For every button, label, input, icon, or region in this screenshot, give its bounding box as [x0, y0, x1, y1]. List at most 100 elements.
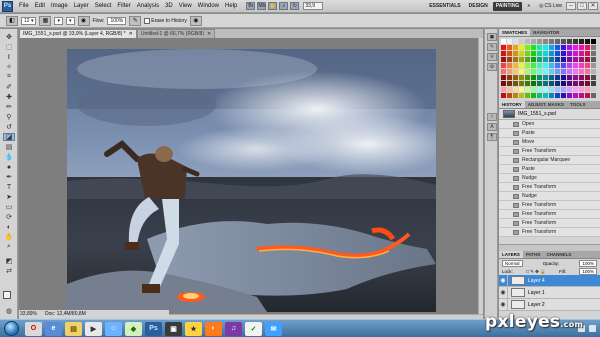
- swatch-color[interactable]: [561, 45, 566, 50]
- history-item[interactable]: Free Transform: [499, 183, 600, 192]
- swatch-color[interactable]: [501, 87, 506, 92]
- swatch-color[interactable]: [531, 93, 536, 98]
- swatch-color[interactable]: [585, 69, 590, 74]
- swatch-color[interactable]: [555, 51, 560, 56]
- swatch-color[interactable]: [543, 87, 548, 92]
- flow-field[interactable]: 100%: [107, 16, 127, 25]
- lock-icons[interactable]: □ ✎ ✥ 🔒: [526, 269, 546, 275]
- fill-field[interactable]: 100%: [579, 268, 597, 275]
- swatch-color[interactable]: [591, 69, 596, 74]
- swatch-color[interactable]: [537, 45, 542, 50]
- swatch-color[interactable]: [549, 81, 554, 86]
- status-zoom[interactable]: 33,89%: [20, 311, 37, 317]
- swatch-color[interactable]: [531, 57, 536, 62]
- swatch-color[interactable]: [537, 81, 542, 86]
- swatch-color[interactable]: [567, 93, 572, 98]
- swatch-color[interactable]: [543, 51, 548, 56]
- swatch-color[interactable]: [513, 63, 518, 68]
- swatch-color[interactable]: [507, 45, 512, 50]
- tab-adjust-masks[interactable]: ADJUST. MASKS: [525, 101, 567, 108]
- swatch-color[interactable]: [567, 81, 572, 86]
- menu-3d[interactable]: 3D: [162, 3, 176, 9]
- swatch-color[interactable]: [549, 39, 554, 44]
- tab-layers[interactable]: LAYERS: [499, 251, 523, 258]
- firefox-icon[interactable]: ◐: [205, 321, 222, 336]
- tray-volume-icon[interactable]: [589, 325, 596, 332]
- swatch-color[interactable]: [561, 75, 566, 80]
- tab-close-icon[interactable]: ✕: [129, 31, 133, 37]
- tab-channels[interactable]: CHANNELS: [543, 251, 574, 258]
- eyedropper-tool-icon[interactable]: ✐: [3, 83, 15, 91]
- mode-dropdown[interactable]: ▾: [54, 16, 63, 25]
- history-item[interactable]: Paste: [499, 129, 600, 138]
- swatch-color[interactable]: [579, 93, 584, 98]
- swatch-color[interactable]: [579, 45, 584, 50]
- swatch-color[interactable]: [507, 87, 512, 92]
- swatch-color[interactable]: [573, 75, 578, 80]
- history-item[interactable]: Free Transform: [499, 228, 600, 237]
- history-item[interactable]: Paste: [499, 165, 600, 174]
- history-item[interactable]: Rectangular Marquee: [499, 156, 600, 165]
- swatch-color[interactable]: [531, 81, 536, 86]
- layer-visibility-eye-icon[interactable]: ◉: [499, 274, 508, 287]
- layer-visibility-eye-icon[interactable]: ◉: [499, 298, 508, 311]
- tab-history[interactable]: HISTORY: [499, 101, 525, 108]
- opera-icon[interactable]: O: [25, 321, 42, 336]
- lasso-tool-icon[interactable]: ℓ: [3, 53, 15, 61]
- color-panel-icon[interactable]: ◼: [487, 33, 497, 41]
- swatch-color[interactable]: [591, 57, 596, 62]
- swatch-color[interactable]: [513, 57, 518, 62]
- swatch-color[interactable]: [579, 75, 584, 80]
- swatch-color[interactable]: [543, 75, 548, 80]
- swatch-color[interactable]: [567, 45, 572, 50]
- swatch-color[interactable]: [519, 69, 524, 74]
- swatch-color[interactable]: [519, 87, 524, 92]
- quick-select-tool-icon[interactable]: ✧: [3, 63, 15, 71]
- history-item[interactable]: Free Transform: [499, 219, 600, 228]
- quick-mask-icon[interactable]: ◍: [3, 307, 15, 315]
- swatch-color[interactable]: [525, 93, 530, 98]
- swatch-color[interactable]: [567, 63, 572, 68]
- swatch-color[interactable]: [537, 93, 542, 98]
- swatch-color[interactable]: [513, 81, 518, 86]
- swatch-color[interactable]: [555, 75, 560, 80]
- swatch-color[interactable]: [579, 87, 584, 92]
- clone-source-icon[interactable]: ⚲: [487, 53, 497, 61]
- swatch-color[interactable]: [525, 45, 530, 50]
- history-item[interactable]: Open: [499, 120, 600, 129]
- swatch-color[interactable]: [573, 93, 578, 98]
- app-icon-12[interactable]: ✓: [245, 321, 262, 336]
- swatch-color[interactable]: [567, 39, 572, 44]
- swatch-color[interactable]: [513, 45, 518, 50]
- swatch-color[interactable]: [567, 51, 572, 56]
- swatch-color[interactable]: [525, 75, 530, 80]
- menu-edit[interactable]: Edit: [32, 3, 48, 9]
- swatch-color[interactable]: [525, 69, 530, 74]
- blur-tool-icon[interactable]: 💧: [3, 153, 15, 161]
- erase-to-history-checkbox[interactable]: Erase to History: [144, 17, 187, 24]
- pressure-opacity-icon[interactable]: ◉: [77, 15, 90, 26]
- swatch-color[interactable]: [507, 75, 512, 80]
- brush-panel-icon[interactable]: ▦: [39, 15, 52, 26]
- gradient-tool-icon[interactable]: ▤: [3, 143, 15, 151]
- swatch-color[interactable]: [513, 51, 518, 56]
- swatch-color[interactable]: [537, 63, 542, 68]
- menu-image[interactable]: Image: [48, 3, 71, 9]
- vertical-scrollbar[interactable]: [478, 38, 483, 314]
- swatch-color[interactable]: [507, 81, 512, 86]
- swatch-color[interactable]: [531, 87, 536, 92]
- document-canvas[interactable]: [67, 49, 436, 312]
- minibridge-icon[interactable]: Mb: [257, 2, 267, 10]
- swatch-color[interactable]: [519, 75, 524, 80]
- eraser-tool-icon[interactable]: ◪: [3, 133, 15, 141]
- swatch-color[interactable]: [591, 75, 596, 80]
- swatch-color[interactable]: [573, 51, 578, 56]
- swatch-color[interactable]: [561, 51, 566, 56]
- swatch-color[interactable]: [513, 87, 518, 92]
- swatch-color[interactable]: [531, 69, 536, 74]
- swatch-color[interactable]: [561, 69, 566, 74]
- start-button-icon[interactable]: [4, 321, 19, 336]
- info-panel-icon[interactable]: i: [487, 113, 497, 121]
- dodge-tool-icon[interactable]: ●: [3, 163, 15, 171]
- app-icon-6[interactable]: ◆: [125, 321, 142, 336]
